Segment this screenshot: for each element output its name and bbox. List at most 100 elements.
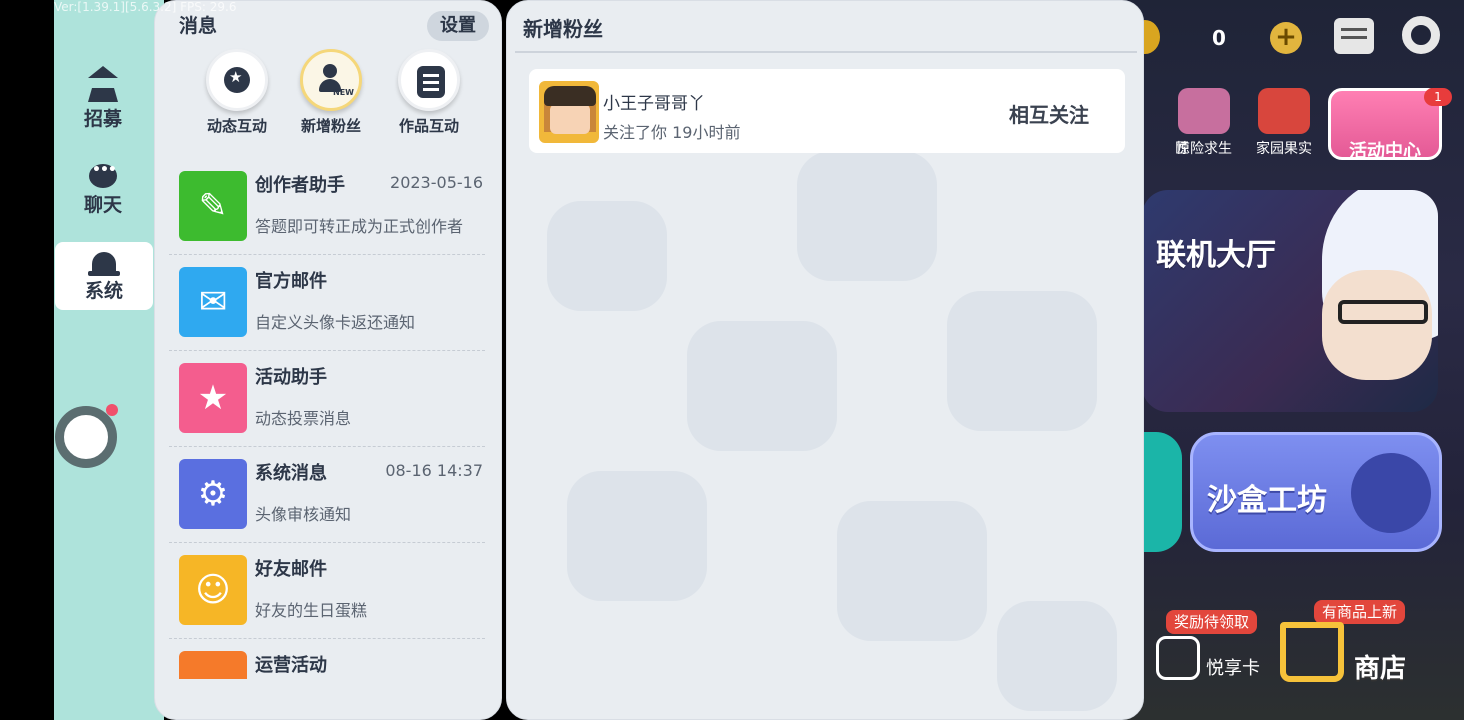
floating-assist-button[interactable] bbox=[55, 406, 117, 468]
gear-icon: ⚙ bbox=[179, 459, 247, 529]
item-title: 活动助手 bbox=[255, 367, 327, 388]
coin-count: 0 bbox=[1212, 26, 1226, 50]
follower-name: 小王子哥哥丫 bbox=[603, 94, 705, 114]
character-face bbox=[1322, 270, 1432, 380]
pencil-ruler-glyph: ✎ bbox=[198, 186, 228, 226]
tab-label: 作品互动 bbox=[398, 117, 459, 135]
tab-new-followers[interactable]: NEW 新增粉丝 bbox=[283, 49, 379, 136]
sidebar-item-chat[interactable]: 聊天 bbox=[54, 160, 152, 228]
gear-glyph: ⚙ bbox=[197, 474, 229, 514]
feature-survival[interactable]: 惊险求生 bbox=[1170, 88, 1238, 158]
message-panel: 消息 设置 动态互动 NEW 新增粉丝 作品互动 ✎ 创作者助手 2023-05… bbox=[154, 0, 502, 720]
list-item[interactable]: 运营活动 bbox=[169, 639, 485, 679]
background-pattern bbox=[837, 501, 987, 641]
reward-badge: 奖励待领取 bbox=[1166, 610, 1258, 634]
item-subtitle: 自定义头像卡返还通知 bbox=[255, 313, 416, 332]
background-pattern bbox=[687, 321, 837, 451]
tab-label: 动态互动 bbox=[206, 117, 267, 135]
tab-label: 新增粉丝 bbox=[300, 117, 361, 135]
background-pattern bbox=[997, 601, 1117, 711]
message-list: ✎ 创作者助手 2023-05-16 答题即可转正成为正式创作者 ✉ 官方邮件 … bbox=[169, 159, 485, 679]
home-icon bbox=[88, 66, 118, 102]
activity-center-badge: 1 bbox=[1424, 88, 1452, 106]
multiplayer-hall-button[interactable]: 联机大厅 bbox=[1142, 190, 1438, 412]
add-coin-button[interactable]: + bbox=[1270, 22, 1302, 54]
panel-title: 消息 bbox=[179, 15, 218, 37]
new-tag: NEW bbox=[333, 88, 354, 97]
panel-title: 新增粉丝 bbox=[523, 17, 603, 41]
item-title: 好友邮件 bbox=[255, 559, 327, 580]
feature-survival-label: 惊险求生 bbox=[1176, 141, 1232, 157]
hall-label: 联机大厅 bbox=[1156, 238, 1276, 273]
gear-icon[interactable] bbox=[1402, 16, 1440, 54]
item-subtitle: 答题即可转正成为正式创作者 bbox=[255, 217, 464, 236]
mail-icon[interactable] bbox=[1334, 18, 1374, 54]
list-item[interactable]: ★ 活动助手 动态投票消息 bbox=[169, 351, 485, 447]
notification-dot bbox=[106, 404, 118, 416]
new-goods-badge: 有商品上新 bbox=[1314, 600, 1406, 624]
sidebar-item-label: 招募 bbox=[83, 108, 122, 130]
friend-mail-glyph: ☺ bbox=[195, 570, 231, 610]
follower-detail: 关注了你 19小时前 bbox=[603, 123, 741, 142]
bookmark-star-glyph: ★ bbox=[197, 378, 229, 418]
list-item[interactable]: ✎ 创作者助手 2023-05-16 答题即可转正成为正式创作者 bbox=[169, 159, 485, 255]
item-date: 08-16 14:37 bbox=[385, 461, 483, 480]
background-pattern bbox=[547, 201, 667, 311]
tab-icon-wrap bbox=[206, 49, 268, 111]
chat-icon bbox=[89, 162, 117, 188]
sidebar-item-label: 聊天 bbox=[83, 194, 122, 216]
shop-label[interactable]: 商店 bbox=[1354, 648, 1406, 685]
list-item[interactable]: ☺ 好友邮件 好友的生日蛋糕 bbox=[169, 543, 485, 639]
avatar-hat bbox=[544, 86, 596, 106]
item-title: 创作者助手 bbox=[255, 175, 345, 196]
settings-button[interactable]: 设置 bbox=[427, 11, 489, 41]
divider bbox=[515, 51, 1137, 53]
item-subtitle: 好友的生日蛋糕 bbox=[255, 601, 368, 620]
tab-dynamic-interaction[interactable]: 动态互动 bbox=[189, 49, 285, 136]
item-title: 官方邮件 bbox=[255, 271, 327, 292]
pass-card-icon[interactable] bbox=[1156, 636, 1200, 680]
avatar[interactable] bbox=[539, 81, 599, 143]
debug-version: Ver:[1.39.1][5.6.3.2] FPS: 29.6 bbox=[54, 0, 237, 14]
tab-icon-wrap bbox=[398, 49, 460, 111]
list-icon bbox=[417, 66, 445, 98]
megaphone-icon bbox=[179, 651, 247, 679]
envelope-glyph: ✉ bbox=[198, 282, 228, 322]
background-pattern bbox=[947, 291, 1097, 431]
activity-center-label: 活动中心 bbox=[1349, 141, 1421, 162]
friend-mail-icon: ☺ bbox=[179, 555, 247, 625]
new-followers-panel: 新增粉丝 小王子哥哥丫 关注了你 19小时前 相互关注 bbox=[506, 0, 1144, 720]
shop-cart-icon[interactable] bbox=[1280, 622, 1344, 682]
item-subtitle: 头像审核通知 bbox=[255, 505, 352, 524]
feature-fruit-label: 家园果实 bbox=[1256, 141, 1312, 157]
tab-icon-wrap: NEW bbox=[300, 49, 362, 111]
mutual-follow-button[interactable]: 相互关注 bbox=[1009, 99, 1089, 128]
pencil-ruler-icon: ✎ bbox=[179, 171, 247, 241]
sandbox-label: 沙盒工坊 bbox=[1207, 483, 1327, 518]
feature-fruit[interactable]: 家园果实 bbox=[1250, 88, 1318, 158]
sidebar-item-label: 系统 bbox=[84, 280, 123, 302]
follower-row[interactable]: 小王子哥哥丫 关注了你 19小时前 相互关注 bbox=[529, 69, 1125, 153]
sidebar-item-system[interactable]: 系统 bbox=[55, 242, 153, 310]
avatar-face bbox=[550, 104, 590, 134]
tab-work-interaction[interactable]: 作品互动 bbox=[381, 49, 477, 136]
item-title: 系统消息 bbox=[255, 463, 327, 484]
character-glasses bbox=[1338, 300, 1428, 324]
sidebar-item-recruit[interactable]: 招募 bbox=[54, 66, 152, 140]
item-title: 运营活动 bbox=[255, 655, 327, 676]
star-icon bbox=[224, 67, 250, 93]
screen: 0 + 匠 惊险求生 家园果实 活动中心 1 联机大厅 沙盒工坊 奖励待领取 有… bbox=[0, 0, 1464, 720]
envelope-icon: ✉ bbox=[179, 267, 247, 337]
background-pattern bbox=[567, 471, 707, 601]
list-item[interactable]: ✉ 官方邮件 自定义头像卡返还通知 bbox=[169, 255, 485, 351]
list-item[interactable]: ⚙ 系统消息 08-16 14:37 头像审核通知 bbox=[169, 447, 485, 543]
sandbox-workshop-button[interactable]: 沙盒工坊 bbox=[1190, 432, 1442, 552]
background-pattern bbox=[797, 151, 937, 281]
bookmark-star-icon: ★ bbox=[179, 363, 247, 433]
sidebar: 招募 聊天 系统 bbox=[54, 0, 164, 720]
hammer-icon bbox=[1351, 453, 1431, 533]
bell-icon bbox=[88, 252, 120, 276]
item-subtitle: 动态投票消息 bbox=[255, 409, 352, 428]
item-date: 2023-05-16 bbox=[390, 173, 483, 192]
pass-card-label[interactable]: 悦享卡 bbox=[1206, 654, 1260, 680]
